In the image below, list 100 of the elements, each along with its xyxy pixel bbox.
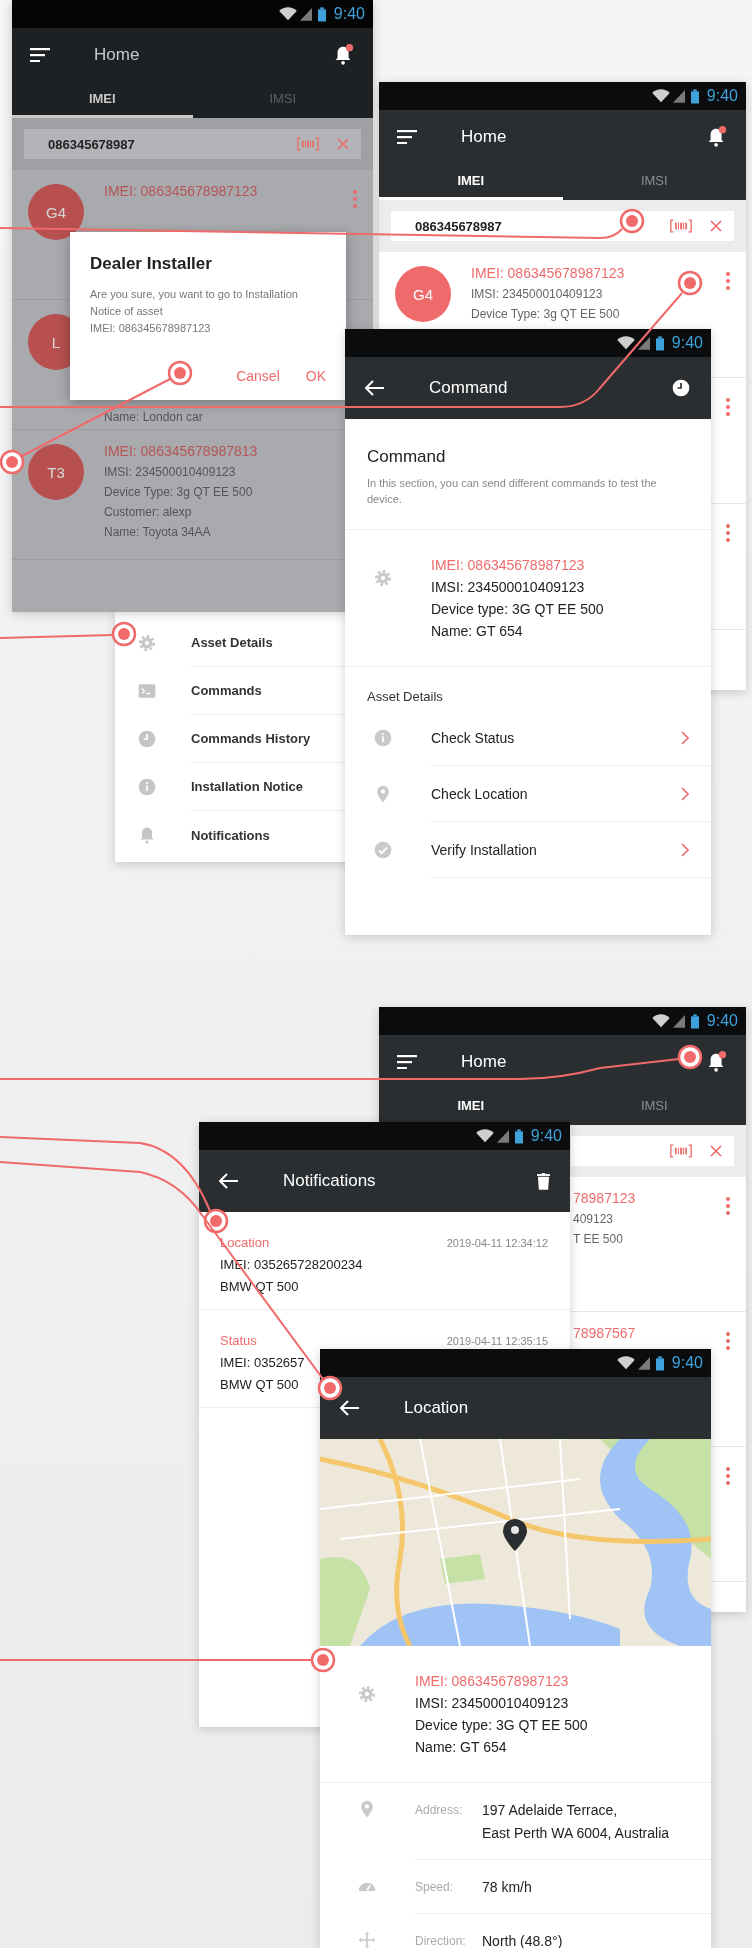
detail-text: Device type: 3G QT EE 500 xyxy=(415,1716,588,1735)
field-label: Address: xyxy=(415,1802,464,1819)
signal-icon xyxy=(637,1356,650,1370)
barcode-icon[interactable] xyxy=(670,219,692,233)
trash-icon[interactable] xyxy=(537,1172,550,1190)
back-arrow-icon[interactable] xyxy=(219,1173,239,1189)
action-item[interactable]: Verify Installation xyxy=(431,822,711,878)
more-icon[interactable] xyxy=(726,398,730,416)
dialog-detail: IMEI: 086345678987123 xyxy=(90,321,211,336)
detail-text: Customer: alexp xyxy=(104,504,192,521)
wifi-icon xyxy=(475,1129,494,1143)
more-icon[interactable] xyxy=(726,524,730,542)
device-name: BMW QT 500 xyxy=(220,1376,299,1394)
battery-icon xyxy=(317,6,326,22)
more-icon[interactable] xyxy=(726,1197,730,1215)
signal-icon xyxy=(496,1129,509,1143)
battery-icon xyxy=(690,1013,699,1029)
wifi-icon xyxy=(651,1014,670,1028)
detail-text: Name: Toyota 34AA xyxy=(104,524,211,541)
battery-icon xyxy=(514,1128,523,1144)
arrows-icon xyxy=(357,1930,377,1948)
action-item[interactable]: Check Status xyxy=(431,710,711,766)
menu-item[interactable]: Notifications xyxy=(191,827,270,843)
menu-item[interactable]: Commands xyxy=(191,683,262,698)
menu-item[interactable]: Commands History xyxy=(191,731,311,746)
screen-title: Home xyxy=(94,45,140,65)
field-value: North (48.8°) xyxy=(482,1932,563,1948)
more-icon[interactable] xyxy=(726,1467,730,1485)
signal-icon xyxy=(672,89,685,103)
chevron-icon xyxy=(681,786,689,801)
status-time: 9:40 xyxy=(706,1012,738,1030)
more-icon[interactable] xyxy=(726,272,730,290)
screen-title: Notifications xyxy=(283,1171,377,1191)
map-pin-icon[interactable] xyxy=(503,1519,527,1551)
avatar: G4 xyxy=(395,266,451,322)
detail-text: T EE 500 xyxy=(573,1231,623,1248)
callout-marker xyxy=(317,1375,343,1401)
check-circle-icon xyxy=(373,840,393,860)
imei-text: IMEI: 086345678987123 xyxy=(431,556,585,575)
imei-text: IMEI: 0352657 xyxy=(220,1354,305,1372)
callout-marker xyxy=(677,270,703,296)
close-icon[interactable] xyxy=(710,220,722,232)
screen-title: Location xyxy=(404,1398,470,1418)
screen-title: Command xyxy=(429,378,509,398)
info-icon xyxy=(137,777,157,797)
info-icon xyxy=(373,728,393,748)
wifi-icon xyxy=(616,1356,635,1370)
detail-text: IMSI: 234500010409123 xyxy=(104,464,236,481)
close-icon[interactable] xyxy=(710,1145,722,1157)
field-label: Direction: xyxy=(415,1933,467,1948)
terminal-icon xyxy=(137,681,157,701)
status-time: 9:40 xyxy=(333,5,365,23)
imei-text: IMEI: 086345678987123 xyxy=(415,1672,569,1691)
field-label: Speed: xyxy=(415,1879,455,1896)
tab[interactable]: IMSI xyxy=(562,1089,746,1125)
detail-text: Device Type: 3g QT EE 500 xyxy=(104,484,253,501)
bell-icon xyxy=(137,825,157,845)
notification-type: Location xyxy=(220,1234,270,1252)
screen-title: Home xyxy=(461,127,507,147)
dialog-message: Are you sure, you want to go to Installation Notice of asset xyxy=(90,287,299,319)
wifi-icon xyxy=(278,7,297,21)
detail-text: 409123 xyxy=(573,1211,614,1228)
avatar: T3 xyxy=(28,444,84,500)
signal-icon xyxy=(637,336,650,350)
signal-icon xyxy=(299,7,312,21)
more-icon[interactable] xyxy=(726,1332,730,1350)
callout-marker xyxy=(677,1044,703,1070)
menu-item[interactable]: Asset Details xyxy=(191,635,273,650)
search-field[interactable] xyxy=(571,1136,734,1166)
back-arrow-icon[interactable] xyxy=(365,380,385,396)
status-time: 9:40 xyxy=(671,334,703,352)
field-value: 78 km/h xyxy=(482,1878,532,1897)
bell-icon[interactable] xyxy=(333,43,355,67)
notification-time: 2019-04-11 12:34:12 xyxy=(446,1237,548,1249)
menu-icon[interactable] xyxy=(397,1055,417,1069)
wifi-icon xyxy=(616,336,635,350)
section-description: In this section, you can send different commands to test the device. xyxy=(367,476,658,507)
gear-icon xyxy=(137,633,157,653)
barcode-icon[interactable] xyxy=(670,1144,692,1158)
status-time: 9:40 xyxy=(671,1354,703,1372)
callout-marker xyxy=(0,449,25,475)
bell-icon[interactable] xyxy=(706,1050,728,1074)
callout-marker xyxy=(167,360,193,386)
menu-icon[interactable] xyxy=(397,130,417,144)
menu-item[interactable]: Installation Notice xyxy=(191,779,303,794)
bell-icon[interactable] xyxy=(706,125,728,149)
dialog-title: Dealer Installer xyxy=(90,254,212,274)
search-field[interactable]: 086345678987 xyxy=(391,211,734,241)
back-arrow-icon[interactable] xyxy=(340,1400,360,1416)
gear-icon xyxy=(357,1684,377,1704)
clock-icon[interactable] xyxy=(671,378,691,398)
screen-title: Home xyxy=(461,1052,507,1072)
menu-icon[interactable] xyxy=(30,48,50,62)
field-value: 197 Adelaide Terrace, East Perth WA 6004, Australia xyxy=(482,1801,670,1843)
device-name: BMW QT 500 xyxy=(220,1278,299,1296)
tab[interactable]: IMSI xyxy=(562,164,746,200)
action-item[interactable]: Check Location xyxy=(431,766,711,822)
detail-text: Device Type: 3g QT EE 500 xyxy=(471,306,620,323)
detail-text: Name: London car xyxy=(104,409,203,426)
detail-text: IMSI: 234500010409123 xyxy=(471,286,603,303)
